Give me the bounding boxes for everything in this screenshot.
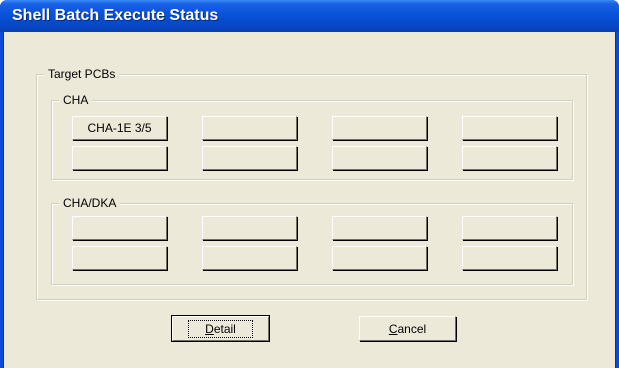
target-pcbs-label: Target PCBs <box>44 67 120 81</box>
dialog-window: Shell Batch Execute Status Target PCBs C… <box>0 0 619 368</box>
window-title: Shell Batch Execute Status <box>12 7 219 24</box>
cha-pcb-button-2[interactable] <box>202 116 297 140</box>
detail-mnemonic: D <box>205 321 214 336</box>
detail-button-focus: Detail <box>188 319 253 338</box>
cancel-label: ancel <box>397 321 427 336</box>
cha-dka-pcb-button-4[interactable] <box>462 216 557 240</box>
cha-dka-pcb-button-8[interactable] <box>462 246 557 270</box>
cha-pcb-button-8[interactable] <box>462 146 557 170</box>
title-bar[interactable]: Shell Batch Execute Status <box>0 0 619 32</box>
cha-pcb-button-6[interactable] <box>202 146 297 170</box>
cha-dka-pcb-button-2[interactable] <box>202 216 297 240</box>
cha-dka-pcb-button-3[interactable] <box>332 216 427 240</box>
cha-pcb-button-1[interactable]: CHA-1E 3/5 <box>72 116 167 140</box>
cha-pcb-button-5[interactable] <box>72 146 167 170</box>
cha-dka-pcb-button-7[interactable] <box>332 246 427 270</box>
cha-pcb-button-4[interactable] <box>462 116 557 140</box>
cancel-button[interactable]: Cancel <box>359 316 456 341</box>
cha-dka-pcb-button-1[interactable] <box>72 216 167 240</box>
cancel-mnemonic: C <box>388 321 398 336</box>
cha-dka-group-label: CHA/DKA <box>59 196 121 210</box>
cha-dka-pcb-button-5[interactable] <box>72 246 167 270</box>
cha-dka-pcb-button-6[interactable] <box>202 246 297 270</box>
cha-group-label: CHA <box>59 93 93 107</box>
cha-pcb-button-7[interactable] <box>332 146 427 170</box>
detail-label: etail <box>213 321 236 336</box>
dialog-client-area: Target PCBs CHA CHA-1E 3/5 CHA/DKA Detai… <box>3 32 616 368</box>
cha-pcb-button-3[interactable] <box>332 116 427 140</box>
detail-button[interactable]: Detail <box>171 315 270 342</box>
